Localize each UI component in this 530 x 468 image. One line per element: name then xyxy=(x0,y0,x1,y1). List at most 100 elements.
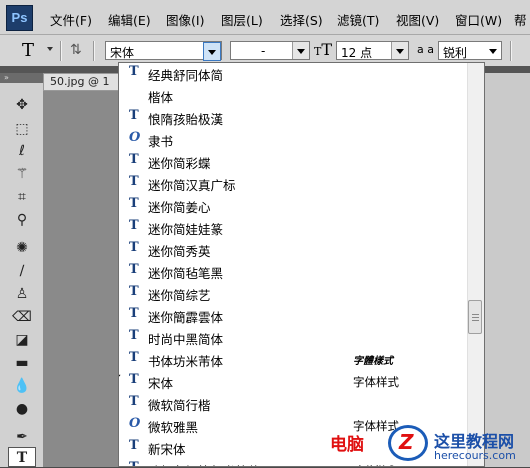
separator xyxy=(60,41,62,61)
font-style-value: - xyxy=(261,44,266,58)
font-name: 经典舒同体简 xyxy=(148,68,224,83)
antialias-value: 锐利 xyxy=(443,46,468,60)
font-list-item[interactable]: T 书体坊米芾体 字體樣式 xyxy=(119,348,467,370)
font-name: 隶书 xyxy=(148,134,174,149)
menu-view[interactable]: 视图(V) xyxy=(396,10,439,29)
text-tool-preset-icon[interactable]: T xyxy=(22,40,34,61)
menu-window[interactable]: 窗口(W) xyxy=(455,10,502,29)
separator xyxy=(510,41,512,61)
chevron-down-icon[interactable] xyxy=(391,42,408,59)
font-name: 迷你简秀英 xyxy=(148,244,211,259)
crop-tool-icon[interactable]: ⌗ xyxy=(8,187,36,207)
history-brush-tool-icon[interactable]: ⌫ xyxy=(8,307,36,327)
text-orientation-icon[interactable]: ⇅ xyxy=(70,42,82,58)
scrollbar-thumb[interactable] xyxy=(468,300,482,334)
font-name: 时尚中黑简体 xyxy=(148,332,224,347)
menu-help[interactable]: 帮 xyxy=(514,10,527,29)
chevron-down-icon[interactable] xyxy=(203,42,221,61)
watermark-logo: Z xyxy=(388,425,428,461)
font-name: 迷你简姜心 xyxy=(148,200,211,215)
font-name: 迷你简毡笔黑 xyxy=(148,266,224,281)
font-list-item[interactable]: T 迷你简综艺 xyxy=(119,282,467,304)
truetype-font-icon: T xyxy=(129,152,139,167)
font-name: 迷你简综艺 xyxy=(148,288,211,303)
watermark-site-url: herecours.com xyxy=(434,449,516,462)
truetype-font-icon: T xyxy=(129,306,139,321)
font-name: 微软雅黑 xyxy=(148,420,199,435)
font-style-select[interactable]: - xyxy=(230,41,310,60)
truetype-font-icon: T xyxy=(129,240,139,255)
font-name: 微软简行楷 xyxy=(148,398,211,413)
watermark-brand-text: 电脑 xyxy=(330,435,364,455)
font-list-item[interactable]: T 悢隋孩貽极漢 xyxy=(119,106,467,128)
lasso-tool-icon[interactable]: ℓ xyxy=(8,141,36,161)
blur-tool-icon[interactable]: 💧 xyxy=(8,376,36,396)
truetype-font-icon: T xyxy=(129,350,139,365)
font-list-item[interactable]: ✔ T 宋体 字体样式 xyxy=(119,370,467,392)
font-name: 新宋体 xyxy=(148,442,186,457)
marquee-tool-icon[interactable]: ⬚ xyxy=(8,119,36,139)
font-family-dropdown[interactable]: T 经典舒同体简 楷体 T 悢隋孩貽极漢 O 隶书 T 迷你简彩蝶 T 迷你简汉真广标 T 迷你简姜心 T… xyxy=(118,62,485,467)
font-size-icon: TT xyxy=(314,40,332,59)
truetype-font-icon: T xyxy=(129,196,139,211)
brush-tool-icon[interactable]: ∕ xyxy=(8,261,36,281)
menu-layer[interactable]: 图层(L) xyxy=(221,10,263,29)
menu-edit[interactable]: 编辑(E) xyxy=(108,10,151,29)
menu-filter[interactable]: 滤镜(T) xyxy=(337,10,379,29)
font-family-select[interactable]: 宋体 xyxy=(105,41,222,61)
font-size-select[interactable]: 12 点 xyxy=(336,41,409,60)
dodge-tool-icon[interactable]: ● xyxy=(8,399,36,419)
font-name: 楷体 xyxy=(148,90,174,105)
type-tool-icon[interactable]: T xyxy=(8,447,36,467)
truetype-font-icon: T xyxy=(129,64,139,79)
font-name: 迷你简汉真广标 xyxy=(148,178,236,193)
truetype-font-icon: T xyxy=(129,372,139,387)
pen-tool-icon[interactable]: ✒ xyxy=(8,427,36,447)
menu-file[interactable]: 文件(F) xyxy=(50,10,92,29)
preset-chevron-down-icon[interactable] xyxy=(47,47,53,51)
chevron-down-icon[interactable] xyxy=(485,42,501,59)
move-tool-icon[interactable]: ✥ xyxy=(8,95,36,115)
chevron-down-icon[interactable] xyxy=(292,42,309,59)
font-list-item[interactable]: T 迷你简姜心 xyxy=(119,194,467,216)
font-list-item[interactable]: 楷体 xyxy=(119,84,467,106)
menu-image[interactable]: 图像(I) xyxy=(166,10,204,29)
font-list-item[interactable]: T 迷你简娃娃篆 xyxy=(119,216,467,238)
scrollbar[interactable] xyxy=(467,63,484,466)
truetype-font-icon: T xyxy=(129,460,139,466)
antialias-select[interactable]: 锐利 xyxy=(438,41,502,60)
truetype-font-icon: T xyxy=(129,438,139,453)
font-list-item[interactable]: T 迷你簡霹雲体 xyxy=(119,304,467,326)
photoshop-logo-icon: Ps xyxy=(6,5,33,31)
opentype-font-icon: O xyxy=(129,130,141,145)
font-sample: 字体样式 xyxy=(353,375,399,389)
font-name: 书体坊米芾体 xyxy=(148,354,224,369)
font-name: 迷你简彩蝶 xyxy=(148,156,211,171)
separator xyxy=(93,41,95,61)
panel-dock xyxy=(485,73,530,467)
toolbox-collapse-icon[interactable]: » xyxy=(0,73,43,83)
healing-brush-tool-icon[interactable]: ✺ xyxy=(8,238,36,258)
toolbox: » ✥ ⬚ ℓ ⚚ ⌗ ⚲ ✺ ∕ ♙ ⌫ ◪ ▬ 💧 ● ✒ T xyxy=(0,73,44,467)
clone-stamp-tool-icon[interactable]: ♙ xyxy=(8,284,36,304)
truetype-font-icon: T xyxy=(129,218,139,233)
font-list-item[interactable]: T 迷你简彩蝶 xyxy=(119,150,467,172)
watermark-logo-letter: Z xyxy=(399,430,414,454)
truetype-font-icon: T xyxy=(129,108,139,123)
gradient-tool-icon[interactable]: ▬ xyxy=(8,353,36,373)
menu-bar: Ps 文件(F) 编辑(E) 图像(I) 图层(L) 选择(S) 滤镜(T) 视… xyxy=(0,0,530,35)
font-list-item[interactable]: T 微软简行楷 xyxy=(119,392,467,414)
font-list-item[interactable]: T 迷你简秀英 xyxy=(119,238,467,260)
opentype-font-icon: O xyxy=(129,416,141,431)
font-list-item[interactable]: T 经典舒同体简 xyxy=(119,63,467,84)
font-list-item[interactable]: T 迷你简毡笔黑 xyxy=(119,260,467,282)
menu-select[interactable]: 选择(S) xyxy=(280,10,323,29)
truetype-font-icon: T xyxy=(129,394,139,409)
font-list-item[interactable]: T 迷你简汉真广标 xyxy=(119,172,467,194)
font-list-item[interactable]: T 时尚中黑简体 xyxy=(119,326,467,348)
eyedropper-tool-icon[interactable]: ⚲ xyxy=(8,210,36,230)
eraser-tool-icon[interactable]: ◪ xyxy=(8,330,36,350)
font-size-value: 12 点 xyxy=(341,46,373,60)
magic-wand-tool-icon[interactable]: ⚚ xyxy=(8,164,36,184)
font-list-item[interactable]: O 隶书 xyxy=(119,128,467,150)
